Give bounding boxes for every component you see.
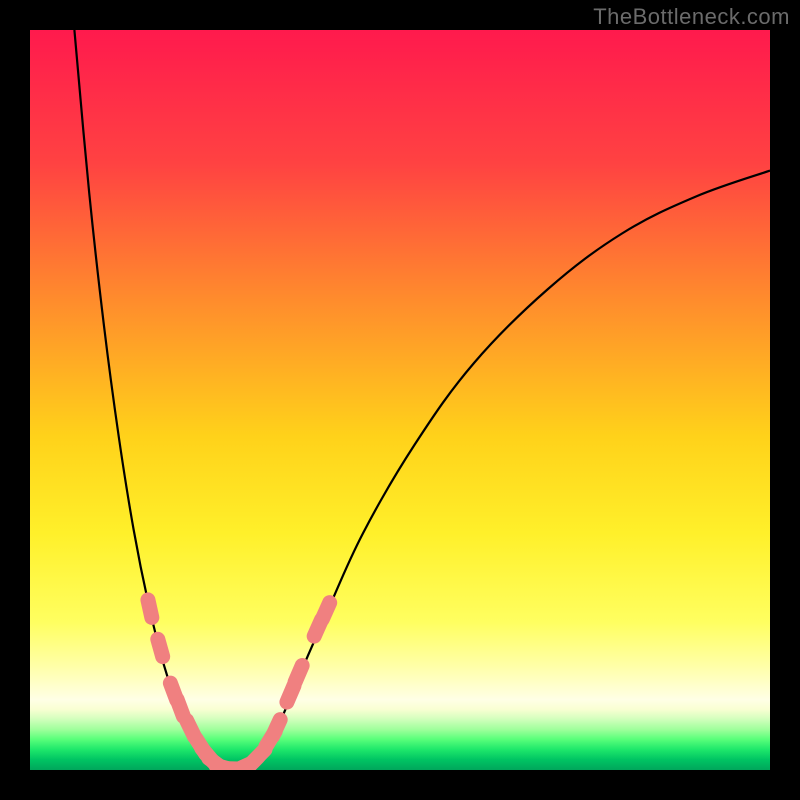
chart-svg xyxy=(30,30,770,770)
chart-frame: TheBottleneck.com xyxy=(0,0,800,800)
data-bead xyxy=(177,699,183,716)
data-bead xyxy=(322,603,329,619)
data-bead xyxy=(273,720,281,736)
data-bead xyxy=(295,666,302,683)
watermark-text: TheBottleneck.com xyxy=(593,4,790,30)
gradient-background xyxy=(30,30,770,770)
data-bead xyxy=(158,639,163,656)
data-bead xyxy=(148,600,152,618)
plot-area xyxy=(30,30,770,770)
